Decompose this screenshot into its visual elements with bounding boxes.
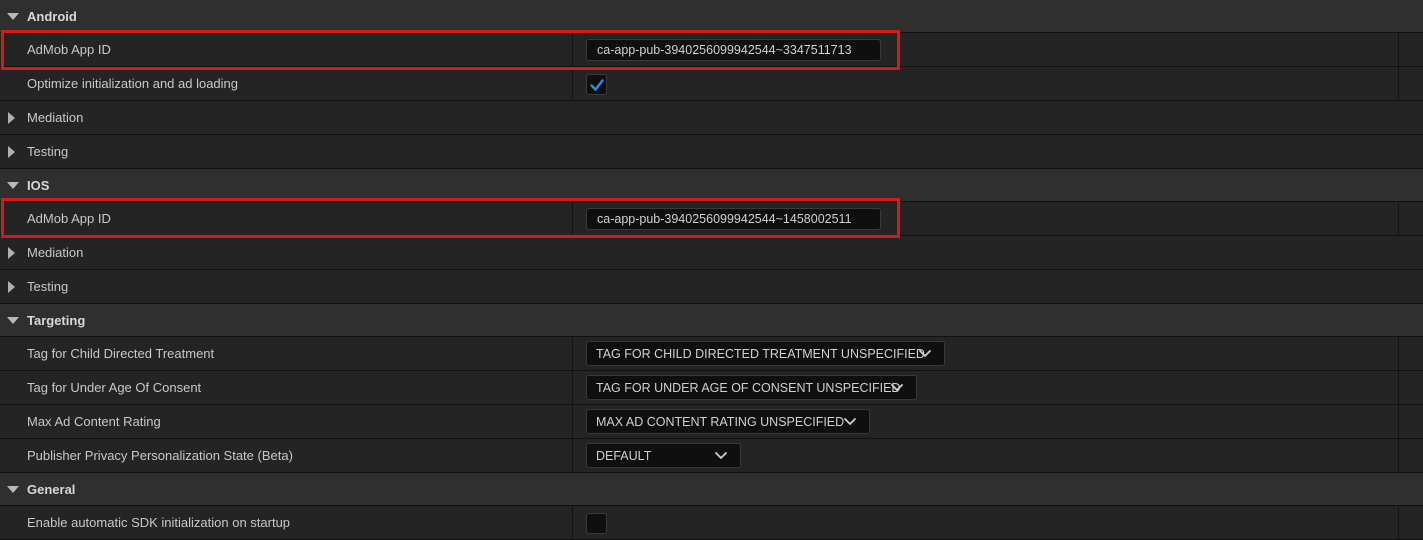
subcategory-label: Testing — [27, 279, 69, 294]
property-label: Tag for Under Age Of Consent — [27, 380, 202, 395]
category-title: General — [27, 481, 76, 497]
expand-triangle-icon[interactable] — [7, 485, 19, 493]
property-label: Tag for Child Directed Treatment — [27, 346, 215, 361]
chevron-down-icon — [715, 452, 727, 459]
privacy-state-dropdown[interactable]: DEFAULT — [586, 443, 741, 468]
column-divider[interactable] — [572, 67, 573, 100]
property-label: Max Ad Content Rating — [27, 414, 161, 429]
chevron-down-icon — [891, 384, 903, 391]
under-age-row: Tag for Under Age Of Consent TAG FOR UND… — [0, 371, 1423, 405]
subcategory-label: Mediation — [27, 245, 84, 260]
max-rating-row: Max Ad Content Rating MAX AD CONTENT RAT… — [0, 405, 1423, 439]
category-title: IOS — [27, 177, 50, 193]
column-divider — [1398, 371, 1399, 404]
category-android[interactable]: Android — [0, 0, 1423, 33]
column-divider[interactable] — [572, 202, 573, 235]
column-divider — [1398, 439, 1399, 472]
chevron-down-icon — [844, 418, 856, 425]
auto-init-checkbox[interactable] — [586, 513, 607, 534]
column-divider[interactable] — [572, 439, 573, 472]
optimize-checkbox[interactable] — [586, 74, 607, 95]
column-divider — [1398, 67, 1399, 100]
column-divider[interactable] — [572, 506, 573, 539]
expand-triangle-icon[interactable] — [7, 12, 19, 20]
ios-mediation-row[interactable]: Mediation — [0, 236, 1423, 270]
child-directed-dropdown[interactable]: TAG FOR CHILD DIRECTED TREATMENT UNSPECI… — [586, 341, 945, 366]
category-title: Android — [27, 8, 77, 24]
settings-panel: Android AdMob App ID ca-app-pub-39402560… — [0, 0, 1423, 540]
android-admob-row: AdMob App ID ca-app-pub-3940256099942544… — [0, 33, 1423, 67]
column-divider — [1398, 33, 1399, 66]
property-label: Enable automatic SDK initialization on s… — [27, 515, 291, 530]
expand-triangle-icon[interactable] — [7, 181, 19, 189]
column-divider[interactable] — [572, 405, 573, 438]
property-label: Optimize initialization and ad loading — [27, 76, 239, 91]
ios-testing-row[interactable]: Testing — [0, 270, 1423, 304]
collapsed-triangle-icon[interactable] — [8, 281, 15, 293]
collapsed-triangle-icon[interactable] — [8, 146, 15, 158]
dropdown-value: DEFAULT — [596, 448, 652, 463]
dropdown-value: TAG FOR CHILD DIRECTED TREATMENT UNSPECI… — [596, 346, 925, 361]
ios-admob-app-id-input[interactable]: ca-app-pub-3940256099942544~1458002511 — [586, 208, 881, 230]
child-directed-row: Tag for Child Directed Treatment TAG FOR… — [0, 337, 1423, 371]
collapsed-triangle-icon[interactable] — [8, 112, 15, 124]
property-label: AdMob App ID — [27, 211, 111, 226]
column-divider — [1398, 405, 1399, 438]
dropdown-value: TAG FOR UNDER AGE OF CONSENT UNSPECIFIED — [596, 380, 901, 395]
chevron-down-icon — [919, 350, 931, 357]
column-divider — [1398, 337, 1399, 370]
subcategory-label: Mediation — [27, 110, 84, 125]
column-divider — [1398, 506, 1399, 539]
dropdown-value: MAX AD CONTENT RATING UNSPECIFIED — [596, 414, 845, 429]
android-testing-row[interactable]: Testing — [0, 135, 1423, 169]
subcategory-label: Testing — [27, 144, 69, 159]
category-ios[interactable]: IOS — [0, 169, 1423, 202]
collapsed-triangle-icon[interactable] — [8, 247, 15, 259]
max-rating-dropdown[interactable]: MAX AD CONTENT RATING UNSPECIFIED — [586, 409, 870, 434]
category-targeting[interactable]: Targeting — [0, 304, 1423, 337]
android-admob-app-id-input[interactable]: ca-app-pub-3940256099942544~3347511713 — [586, 39, 881, 61]
column-divider[interactable] — [572, 371, 573, 404]
column-divider[interactable] — [572, 337, 573, 370]
property-label: AdMob App ID — [27, 42, 111, 57]
under-age-dropdown[interactable]: TAG FOR UNDER AGE OF CONSENT UNSPECIFIED — [586, 375, 917, 400]
column-divider[interactable] — [572, 33, 573, 66]
property-label: Publisher Privacy Personalization State … — [27, 448, 293, 463]
ios-admob-row: AdMob App ID ca-app-pub-3940256099942544… — [0, 202, 1423, 236]
checkmark-icon — [590, 79, 604, 91]
category-general[interactable]: General — [0, 473, 1423, 506]
privacy-state-row: Publisher Privacy Personalization State … — [0, 439, 1423, 473]
expand-triangle-icon[interactable] — [7, 316, 19, 324]
android-mediation-row[interactable]: Mediation — [0, 101, 1423, 135]
android-optimize-row: Optimize initialization and ad loading — [0, 67, 1423, 101]
category-title: Targeting — [27, 312, 86, 328]
auto-init-row: Enable automatic SDK initialization on s… — [0, 506, 1423, 540]
column-divider — [1398, 202, 1399, 235]
